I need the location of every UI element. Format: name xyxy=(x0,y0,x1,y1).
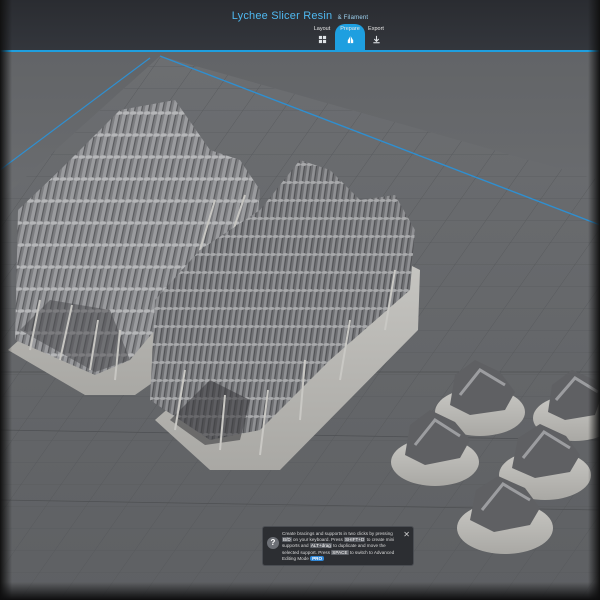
tip-text: Create bracings and supports in two clic… xyxy=(282,531,400,562)
tip-panel: ? Create bracings and supports in two cl… xyxy=(262,526,414,566)
tab-export[interactable]: Export xyxy=(359,26,393,44)
export-icon xyxy=(372,35,380,44)
key-badge: SHIFT+D xyxy=(344,537,366,543)
app-title-text: Lychee Slicer Resin xyxy=(231,10,333,22)
pro-badge: PRO xyxy=(310,555,325,561)
monitor-screen: Lychee Slicer Resin & Filament Layout Pr… xyxy=(0,0,600,600)
support-icon xyxy=(347,35,353,44)
close-icon[interactable]: ✕ xyxy=(403,530,410,539)
app-title: Lychee Slicer Resin & Filament xyxy=(0,10,600,22)
key-badge: B/D xyxy=(282,537,292,543)
tab-export-label: Export xyxy=(368,26,384,32)
monitor-bezel-left xyxy=(0,0,12,600)
monitor-bezel-right xyxy=(588,0,600,600)
key-badge: ALT+drag xyxy=(309,543,332,549)
top-toolbar: Lychee Slicer Resin & Filament Layout Pr… xyxy=(0,0,600,52)
help-icon[interactable]: ? xyxy=(267,537,279,549)
layout-icon xyxy=(318,35,326,44)
tab-prepare-label: Prepare xyxy=(340,26,360,32)
3d-viewport[interactable] xyxy=(0,52,600,600)
tip-text-1: Create bracings and supports in two clic… xyxy=(282,531,393,536)
app-subtitle: & Filament xyxy=(337,15,369,21)
key-badge: SPACE xyxy=(331,549,349,555)
help-icon-glyph: ? xyxy=(270,538,276,547)
tab-layout-label: Layout xyxy=(313,26,331,32)
monitor-bezel-bottom xyxy=(0,582,600,600)
tip-text-2: on your keyboard. Press xyxy=(292,537,343,543)
